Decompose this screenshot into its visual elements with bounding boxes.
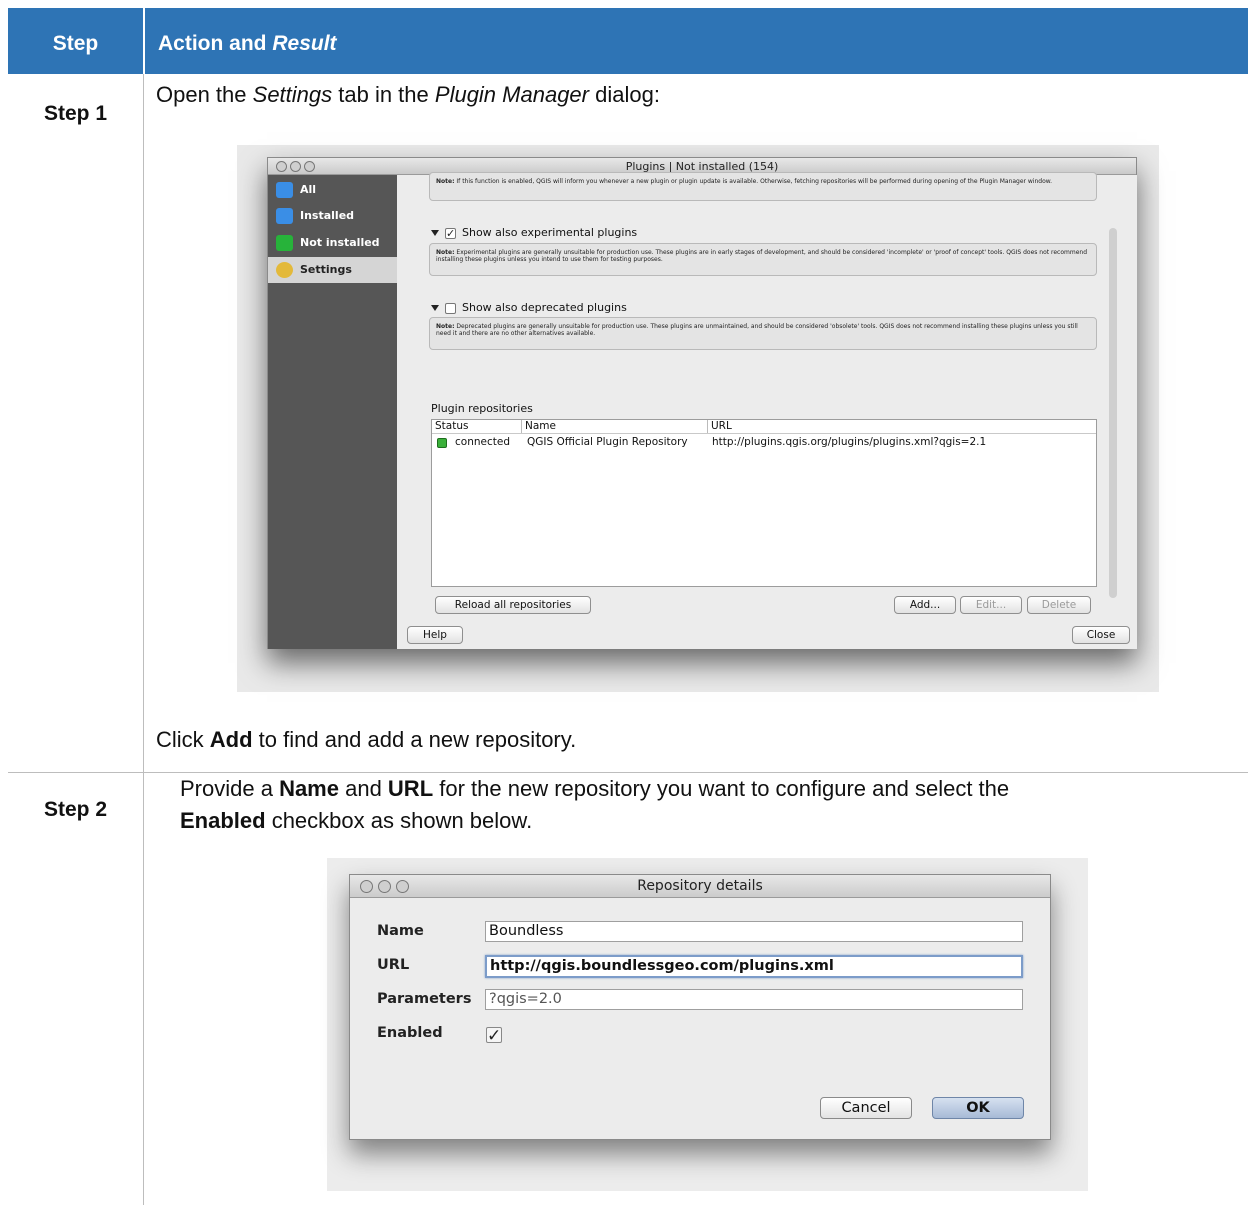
step-2-label: Step 2 (43, 798, 108, 821)
minimize-window-icon[interactable] (290, 161, 301, 172)
sidebar-item-label: Installed (300, 209, 355, 222)
step-1-intro-settings: Settings (252, 82, 333, 107)
column-header-status[interactable]: Status (432, 420, 522, 433)
close-window-icon[interactable] (276, 161, 287, 172)
update-note: Note: If this function is enabled, QGIS … (429, 172, 1097, 201)
collapse-triangle-icon[interactable] (431, 230, 439, 236)
note-label: Note: (436, 323, 455, 330)
parameters-field[interactable]: ?qgis=2.0 (485, 989, 1023, 1010)
plugin-manager-sidebar: All Installed Not installed Settings (268, 175, 397, 649)
plugin-manager-window: Plugins | Not installed (154) All Instal… (267, 157, 1137, 649)
enabled-label: Enabled (377, 1025, 443, 1041)
sidebar-item-all[interactable]: All (268, 179, 397, 201)
step-1-intro-c: dialog: (589, 82, 660, 107)
delete-repository-button[interactable]: Delete (1027, 596, 1091, 614)
header-action: Action and Result (158, 8, 337, 74)
step-2-line1-b: and (338, 776, 388, 801)
step-1-outro-b: to find and add a new repository. (252, 727, 577, 752)
repositories-table[interactable]: Status Name URL connected QGIS Official … (431, 419, 1097, 587)
sidebar-item-settings[interactable]: Settings (268, 257, 397, 283)
repositories-title: Plugin repositories (431, 402, 533, 415)
deprecated-group[interactable]: Show also deprecated plugins (431, 301, 627, 314)
puzzle-icon (276, 235, 293, 251)
experimental-note: Note: Experimental plugins are generally… (429, 243, 1097, 276)
zoom-window-icon[interactable] (304, 161, 315, 172)
repository-details-title: Repository details (637, 878, 763, 894)
column-divider (143, 74, 144, 1205)
deprecated-note-text: Deprecated plugins are generally unsuita… (436, 323, 1078, 337)
repository-details-window: Repository details Name Boundless URL ht… (349, 874, 1051, 1140)
experimental-label: Show also experimental plugins (462, 226, 638, 239)
step-2-line1-name: Name (279, 776, 339, 801)
step-1-label: Step 1 (43, 102, 108, 125)
sidebar-item-installed[interactable]: Installed (268, 203, 397, 229)
close-button[interactable]: Close (1072, 626, 1130, 644)
experimental-group[interactable]: ✓ Show also experimental plugins (431, 226, 637, 239)
edit-repository-button[interactable]: Edit... (960, 596, 1022, 614)
window-controls (360, 880, 414, 903)
sidebar-item-label: All (300, 183, 317, 196)
sidebar-item-not-installed[interactable]: Not installed (268, 230, 397, 256)
step-2-line-1: Provide a Name and URL for the new repos… (180, 776, 1009, 802)
step-2-line1-a: Provide a (180, 776, 280, 801)
sidebar-item-label: Settings (300, 263, 352, 276)
url-field[interactable]: http://qgis.boundlessgeo.com/plugins.xml (485, 955, 1023, 978)
step-1-outro: Click Add to find and add a new reposito… (156, 727, 576, 753)
note-label: Note: (436, 249, 455, 256)
puzzle-icon (276, 182, 293, 198)
header-divider (143, 8, 145, 74)
close-window-icon[interactable] (360, 880, 373, 893)
row-divider (8, 772, 1248, 773)
name-label: Name (377, 923, 424, 939)
repo-status: connected (455, 436, 510, 448)
deprecated-note: Note: Deprecated plugins are generally u… (429, 317, 1097, 350)
deprecated-label: Show also deprecated plugins (462, 301, 627, 314)
step-2-line1-url: URL (387, 776, 434, 801)
step-2-line2-enabled: Enabled (180, 808, 266, 833)
deprecated-checkbox[interactable] (445, 302, 456, 314)
step-1-intro-a: Open the (156, 82, 253, 107)
minimize-window-icon[interactable] (378, 880, 391, 893)
experimental-note-text: Experimental plugins are generally unsui… (436, 249, 1088, 263)
cancel-button[interactable]: Cancel (820, 1097, 912, 1119)
step-1-intro-b: tab in the (332, 82, 435, 107)
collapse-triangle-icon[interactable] (431, 305, 439, 311)
experimental-checkbox[interactable]: ✓ (445, 227, 456, 239)
column-header-name[interactable]: Name (522, 420, 708, 433)
help-button[interactable]: Help (407, 626, 463, 644)
step-2-line2-b: checkbox as shown below. (265, 808, 533, 833)
column-header-url[interactable]: URL (708, 420, 1096, 433)
enabled-checkbox[interactable]: ✓ (486, 1027, 502, 1045)
note-label: Note: (436, 178, 455, 185)
add-repository-button[interactable]: Add... (894, 596, 956, 614)
step-1-intro: Open the Settings tab in the Plugin Mana… (156, 82, 660, 108)
name-field[interactable]: Boundless (485, 921, 1023, 942)
vertical-scrollbar[interactable] (1109, 228, 1117, 598)
parameters-label: Parameters (377, 991, 472, 1007)
header-divider (432, 433, 1096, 434)
gear-icon (276, 262, 293, 278)
sidebar-item-label: Not installed (300, 236, 380, 249)
header-result-text: Result (272, 32, 337, 55)
header-step: Step (52, 32, 99, 55)
step-1-outro-a: Click (156, 727, 210, 752)
window-controls (276, 161, 318, 172)
update-note-text: If this function is enabled, QGIS will i… (456, 178, 1053, 185)
puzzle-icon (276, 208, 293, 224)
table-header: Step Action and Result (8, 8, 1248, 74)
step-1-intro-pm: Plugin Manager (434, 82, 589, 107)
connected-status-icon (437, 438, 447, 448)
repo-name: QGIS Official Plugin Repository (527, 436, 688, 448)
step-2-line1-c: for the new repository you want to confi… (433, 776, 1010, 801)
ok-button[interactable]: OK (932, 1097, 1024, 1119)
step-2-line-2: Enabled checkbox as shown below. (180, 808, 532, 834)
repo-url: http://plugins.qgis.org/plugins/plugins.… (712, 436, 987, 448)
header-action-text: Action and (158, 32, 267, 55)
url-label: URL (377, 957, 410, 973)
step-1-outro-add: Add (209, 727, 253, 752)
reload-repositories-button[interactable]: Reload all repositories (435, 596, 591, 614)
zoom-window-icon[interactable] (396, 880, 409, 893)
settings-panel: Note: If this function is enabled, QGIS … (397, 172, 1137, 649)
repository-details-titlebar: Repository details (350, 875, 1050, 898)
